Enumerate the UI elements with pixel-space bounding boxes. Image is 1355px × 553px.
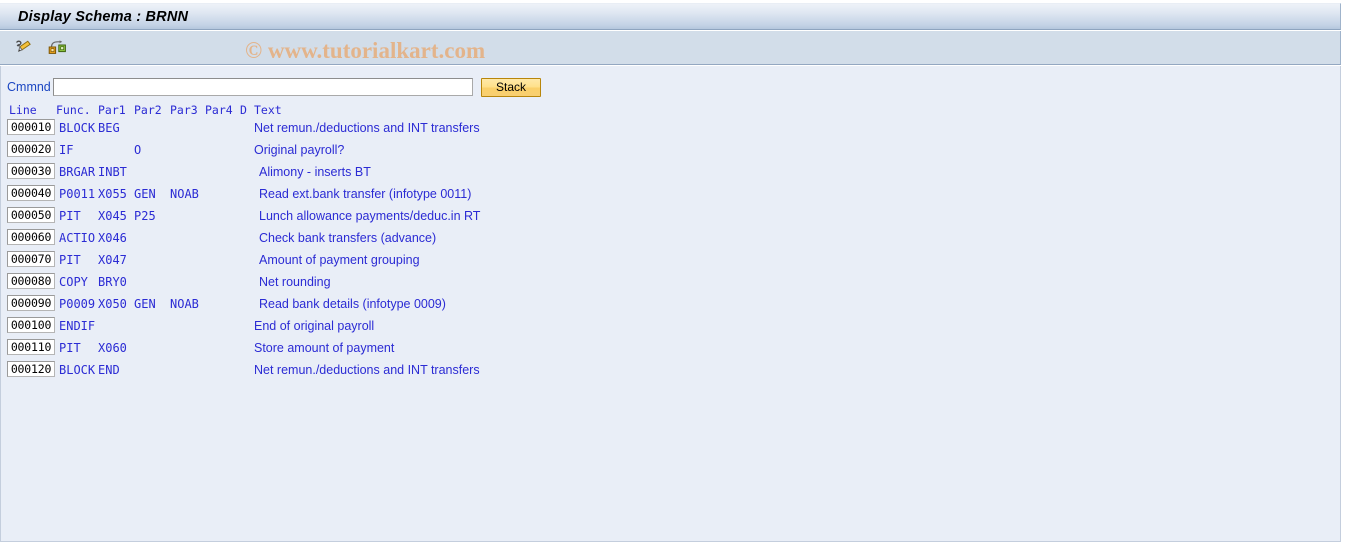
- table-row[interactable]: 000040 P0011 X055 GEN NOAB Read ext.bank tran…: [1, 185, 1340, 207]
- cell-text: Store amount of payment: [254, 341, 395, 355]
- cell-func: ENDIF: [59, 319, 96, 333]
- cell-par1: INBT: [98, 165, 127, 179]
- table-row[interactable]: 000060 ACTIO X046 Check bank transfers (adv…: [1, 229, 1340, 251]
- line-number-field[interactable]: 000030: [7, 163, 55, 179]
- cell-func: ACTIO: [59, 231, 96, 245]
- cell-func: P0011: [59, 187, 96, 201]
- table-row[interactable]: 000070 PIT X047 Amount of payment grouping: [1, 251, 1340, 273]
- cell-text: Check bank transfers (advance): [259, 231, 437, 245]
- cell-text: End of original payroll: [254, 319, 375, 333]
- cell-par1: X045: [98, 209, 127, 223]
- cell-text: Alimony - inserts BT: [259, 165, 371, 179]
- command-label: Cmmnd: [7, 80, 51, 94]
- table-row[interactable]: 000090 P0009 X050 GEN NOAB Read bank details …: [1, 295, 1340, 317]
- cell-par1: X055: [98, 187, 127, 201]
- column-header-line: Line: [9, 103, 37, 117]
- cell-par1: X050: [98, 297, 127, 311]
- table-row[interactable]: 000010 BLOCK BEG Net remun./deductions and …: [1, 119, 1340, 141]
- watermark-text: © www.tutorialkart.com: [245, 38, 486, 63]
- copy-transfer-icon-button[interactable]: [45, 36, 71, 60]
- cell-func: BLOCK: [59, 121, 96, 135]
- copy-transfer-icon: [48, 40, 66, 54]
- cell-par3: NOAB: [170, 297, 199, 311]
- cell-par2: GEN: [134, 187, 156, 201]
- cell-text: Net rounding: [259, 275, 331, 289]
- command-input[interactable]: [53, 78, 473, 96]
- table-row[interactable]: 000080 COPY BRY0 Net rounding: [1, 273, 1340, 295]
- cell-par3: NOAB: [170, 187, 199, 201]
- cell-par1: END: [98, 363, 120, 377]
- cell-func: PIT: [59, 209, 81, 223]
- table-row[interactable]: 000110 PIT X060 Store amount of payment: [1, 339, 1340, 361]
- command-row: Cmmnd Stack: [1, 77, 541, 97]
- cell-func: PIT: [59, 341, 81, 355]
- line-number-field[interactable]: 000020: [7, 141, 55, 157]
- cell-func: BLOCK: [59, 363, 96, 377]
- line-number-field[interactable]: 000090: [7, 295, 55, 311]
- line-number-field[interactable]: 000100: [7, 317, 55, 333]
- cell-text: Read bank details (infotype 0009): [259, 297, 446, 311]
- cell-text: Read ext.bank transfer (infotype 0011): [259, 187, 472, 201]
- cell-par2: P25: [134, 209, 156, 223]
- table-row[interactable]: 000050 PIT X045 P25 Lunch allowance payments…: [1, 207, 1340, 229]
- table-row[interactable]: 000020 IF O Original payroll?: [1, 141, 1340, 163]
- cell-text: Net remun./deductions and INT transfers: [254, 121, 480, 135]
- edit-pencil-icon-button[interactable]: [11, 36, 37, 60]
- cell-func: BRGAR: [59, 165, 96, 179]
- cell-par1: BRY0: [98, 275, 127, 289]
- sap-gui-window: Display Schema : BRNN © www.tutorialkart…: [0, 0, 1355, 553]
- table-header-row: Line Func. Par1 Par2 Par3 Par4 D Text: [1, 103, 1340, 119]
- toolbar-icon-group: [11, 36, 71, 60]
- line-number-field[interactable]: 000010: [7, 119, 55, 135]
- table-row[interactable]: 000100 ENDIF End of original payroll: [1, 317, 1340, 339]
- cell-par2: GEN: [134, 297, 156, 311]
- cell-text: Net remun./deductions and INT transfers: [254, 363, 480, 377]
- stack-button[interactable]: Stack: [481, 77, 541, 97]
- cell-text: Lunch allowance payments/deduc.in RT: [259, 209, 481, 223]
- cell-func: IF: [59, 143, 74, 157]
- cell-par2: O: [134, 143, 142, 157]
- application-toolbar: [0, 31, 1341, 65]
- line-number-field[interactable]: 000070: [7, 251, 55, 267]
- cell-text: Amount of payment grouping: [259, 253, 420, 267]
- line-number-field[interactable]: 000060: [7, 229, 55, 245]
- line-number-field[interactable]: 000120: [7, 361, 55, 377]
- cell-par1: X060: [98, 341, 127, 355]
- cell-text: Original payroll?: [254, 143, 345, 157]
- page-title: Display Schema : BRNN: [18, 8, 189, 25]
- line-number-field[interactable]: 000110: [7, 339, 55, 355]
- cell-par1: X046: [98, 231, 127, 245]
- cell-par1: X047: [98, 253, 127, 267]
- column-header-par2: Par2: [134, 103, 162, 117]
- column-header-text: Text: [254, 103, 282, 117]
- schema-rows: 000010 BLOCK BEG Net remun./deductions and …: [1, 119, 1340, 383]
- edit-pencil-icon: [15, 40, 31, 53]
- cell-par1: BEG: [98, 121, 120, 135]
- column-header-par3: Par3: [170, 103, 198, 117]
- column-header-par4: Par4: [205, 103, 233, 117]
- column-header-func: Func.: [56, 103, 91, 117]
- table-row[interactable]: 000030 BRGAR INBT Alimony - inserts BT: [1, 163, 1340, 185]
- cell-func: COPY: [59, 275, 88, 289]
- cell-func: P0009: [59, 297, 96, 311]
- column-header-par1: Par1: [98, 103, 126, 117]
- title-bar: Display Schema : BRNN: [0, 3, 1341, 30]
- column-header-d: D: [240, 103, 247, 117]
- schema-table: Line Func. Par1 Par2 Par3 Par4 D Text 00…: [1, 103, 1340, 383]
- cell-func: PIT: [59, 253, 81, 267]
- line-number-field[interactable]: 000050: [7, 207, 55, 223]
- content-area: Cmmnd Stack Line Func. Par1 Par2 Par3 Pa…: [0, 66, 1341, 542]
- line-number-field[interactable]: 000080: [7, 273, 55, 289]
- line-number-field[interactable]: 000040: [7, 185, 55, 201]
- table-row[interactable]: 000120 BLOCK END Net remun./deductions and …: [1, 361, 1340, 383]
